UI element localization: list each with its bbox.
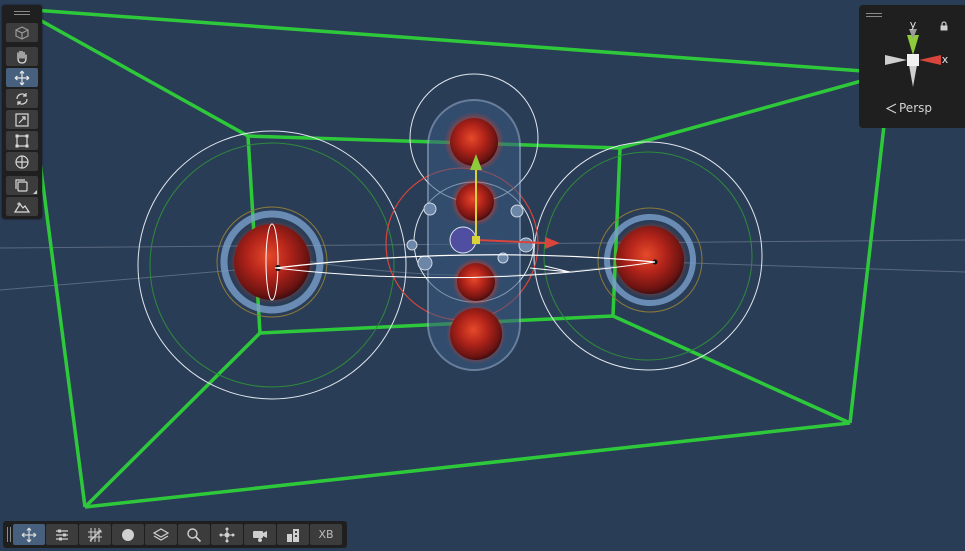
rotate-icon xyxy=(16,92,28,105)
circle-icon xyxy=(122,528,134,541)
projection-label: Persp xyxy=(899,101,932,115)
toolbar-grip[interactable] xyxy=(10,527,11,542)
move-arrows-icon xyxy=(21,527,37,542)
search-overlay-button[interactable] xyxy=(178,524,210,545)
move-arrows-icon xyxy=(14,70,30,85)
hand-tool-button[interactable] xyxy=(6,47,38,66)
view-tool-button[interactable] xyxy=(6,23,38,42)
toolbar-grip[interactable] xyxy=(7,527,8,542)
layers-overlay-button[interactable] xyxy=(145,524,177,545)
move-overlay-button[interactable] xyxy=(13,524,45,545)
grid-snapping-button[interactable] xyxy=(79,524,111,545)
move-tool-button[interactable] xyxy=(6,68,38,87)
x-axis-label: x xyxy=(942,53,949,66)
building-icon xyxy=(287,528,299,542)
center-cube[interactable] xyxy=(907,54,919,66)
buildings-overlay-button[interactable] xyxy=(277,524,309,545)
camera-icon xyxy=(253,530,267,542)
hand-icon xyxy=(17,50,27,64)
draw-mode-button[interactable] xyxy=(112,524,144,545)
panel-grip[interactable] xyxy=(14,14,30,15)
rect-tool-button[interactable] xyxy=(6,131,38,150)
scale-tool-button[interactable] xyxy=(6,110,38,129)
perspective-icon xyxy=(886,102,897,114)
xb-overlay-button[interactable]: XB xyxy=(310,524,342,545)
pivot-overlay-button[interactable] xyxy=(211,524,243,545)
negative-y-cone[interactable] xyxy=(909,65,917,87)
tool-settings-button[interactable] xyxy=(46,524,78,545)
rotate-tool-button[interactable] xyxy=(6,89,38,108)
left-sphere[interactable] xyxy=(137,130,407,400)
layers-icon xyxy=(153,527,169,541)
x-axis-cone[interactable] xyxy=(919,55,941,65)
pivot-icon xyxy=(219,527,235,542)
projection-toggle[interactable]: Persp xyxy=(886,101,932,115)
custom-tools-button[interactable] xyxy=(6,176,38,195)
overlay-toolbar: XB xyxy=(3,521,347,548)
terrain-icon xyxy=(14,201,30,213)
search-icon xyxy=(187,527,202,542)
dropdown-corner-icon xyxy=(33,190,37,194)
axis-gizmo[interactable]: y x xyxy=(859,5,965,97)
layers-icon xyxy=(15,178,28,192)
scale-icon xyxy=(15,112,29,127)
rect-transform-icon xyxy=(15,134,29,147)
panel-grip[interactable] xyxy=(14,11,30,12)
center-emitter[interactable] xyxy=(274,73,656,371)
orientation-gizmo[interactable]: y x Persp xyxy=(859,5,965,128)
sliders-icon xyxy=(56,529,68,540)
component-tool-button[interactable] xyxy=(6,197,38,216)
camera-overlay-button[interactable] xyxy=(244,524,276,545)
transform-icon xyxy=(15,154,29,169)
negative-x-cone[interactable] xyxy=(885,55,907,65)
grid-icon xyxy=(88,527,102,542)
scene-viewport[interactable]: y x Persp XB xyxy=(0,0,965,551)
y-axis-label: y xyxy=(910,18,917,31)
scene-render[interactable] xyxy=(0,0,965,551)
tools-panel xyxy=(2,5,42,219)
cube-icon xyxy=(15,25,29,40)
transform-tool-button[interactable] xyxy=(6,152,38,171)
